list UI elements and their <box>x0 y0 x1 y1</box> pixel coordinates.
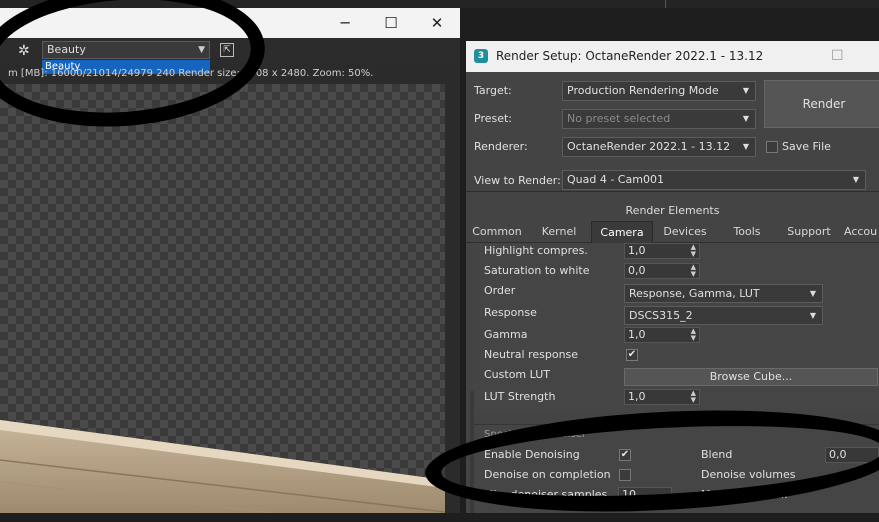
spinner-arrows-icon[interactable]: ▲ ▼ <box>691 244 696 258</box>
tab-support[interactable]: Support <box>780 221 838 242</box>
divider <box>466 191 879 192</box>
preset-value: No preset selected <box>567 112 671 125</box>
highlight-compression-spinner[interactable]: 1,0 ▲ ▼ <box>624 243 700 259</box>
view-to-render-label: View to Render: <box>474 174 561 187</box>
target-value: Production Rendering Mode <box>567 84 719 97</box>
chevron-down-icon: ▼ <box>742 142 749 151</box>
target-label: Target: <box>474 84 512 97</box>
save-file-checkbox[interactable] <box>766 141 778 153</box>
response-dropdown[interactable]: DSCS315_2 ▼ <box>624 306 823 325</box>
viewport-guide-line <box>665 0 666 8</box>
tab-bar: Common Kernel Camera Devices Tools Suppo… <box>466 221 879 243</box>
preset-label: Preset: <box>474 112 513 125</box>
chevron-down-icon: ▼ <box>809 289 816 298</box>
close-button[interactable]: ✕ <box>414 8 460 38</box>
tab-common[interactable]: Common <box>470 221 524 242</box>
tab-camera[interactable]: Camera <box>591 221 653 243</box>
target-dropdown[interactable]: Production Rendering Mode ▼ <box>562 81 756 101</box>
spinner-arrows-icon[interactable]: ▲ ▼ <box>691 264 696 278</box>
custom-lut-label: Custom LUT <box>484 368 550 381</box>
renderer-label: Renderer: <box>474 140 528 153</box>
tab-kernel[interactable]: Kernel <box>532 221 586 242</box>
rendered-wood-plank <box>0 420 445 513</box>
tab-account[interactable]: Accou <box>844 221 879 242</box>
saturation-value: 0,0 <box>628 264 646 277</box>
gamma-value: 1,0 <box>628 328 646 341</box>
spinner-arrows-icon[interactable]: ▲ ▼ <box>691 328 696 342</box>
neutral-response-checkbox[interactable]: ✔ <box>626 349 638 361</box>
view-to-render-value: Quad 4 - Cam001 <box>567 173 664 186</box>
gamma-label: Gamma <box>484 328 528 341</box>
saturation-spinner[interactable]: 0,0 ▲ ▼ <box>624 263 700 279</box>
view-to-render-dropdown[interactable]: Quad 4 - Cam001 ▼ <box>562 170 866 190</box>
response-label: Response <box>484 306 537 319</box>
chevron-down-icon: ▼ <box>742 114 749 123</box>
browse-cube-button[interactable]: Browse Cube... <box>624 368 878 386</box>
save-file-label: Save File <box>782 140 831 153</box>
maximize-button[interactable]: ☐ <box>368 8 414 38</box>
tab-devices[interactable]: Devices <box>656 221 714 242</box>
chevron-down-icon: ▼ <box>809 311 816 320</box>
renderer-dropdown[interactable]: OctaneRender 2022.1 - 13.12 ▼ <box>562 137 756 157</box>
chevron-down-icon: ▼ <box>742 86 749 95</box>
app-logo-icon: 3 <box>474 49 488 63</box>
highlight-compression-label: Highlight compres. <box>484 244 588 257</box>
renderer-value: OctaneRender 2022.1 - 13.12 <box>567 140 731 153</box>
render-setup-titlebar: 3 Render Setup: OctaneRender 2022.1 - 13… <box>466 41 879 72</box>
preset-dropdown[interactable]: No preset selected ▼ <box>562 109 756 129</box>
lut-strength-label: LUT Strength <box>484 390 556 403</box>
order-dropdown[interactable]: Response, Gamma, LUT ▼ <box>624 284 823 303</box>
lut-strength-spinner[interactable]: 1,0 ▲ ▼ <box>624 389 700 405</box>
minimize-button[interactable]: ─ <box>322 8 368 38</box>
maximize-button[interactable]: ☐ <box>831 41 844 72</box>
lut-strength-value: 1,0 <box>628 390 646 403</box>
neutral-response-label: Neutral response <box>484 348 579 361</box>
order-label: Order <box>484 284 516 297</box>
gamma-spinner[interactable]: 1,0 ▲ ▼ <box>624 327 700 343</box>
highlight-compression-value: 1,0 <box>628 244 646 257</box>
chevron-down-icon: ▼ <box>852 175 859 184</box>
tab-tools[interactable]: Tools <box>720 221 774 242</box>
saturation-label: Saturation to white <box>484 264 590 277</box>
response-value: DSCS315_2 <box>629 309 693 322</box>
render-button[interactable]: Render <box>764 80 879 128</box>
render-elements-header[interactable]: Render Elements <box>466 204 879 217</box>
order-value: Response, Gamma, LUT <box>629 287 760 300</box>
spinner-arrows-icon[interactable]: ▲ ▼ <box>691 390 696 404</box>
window-title: Render Setup: OctaneRender 2022.1 - 13.1… <box>496 49 764 63</box>
